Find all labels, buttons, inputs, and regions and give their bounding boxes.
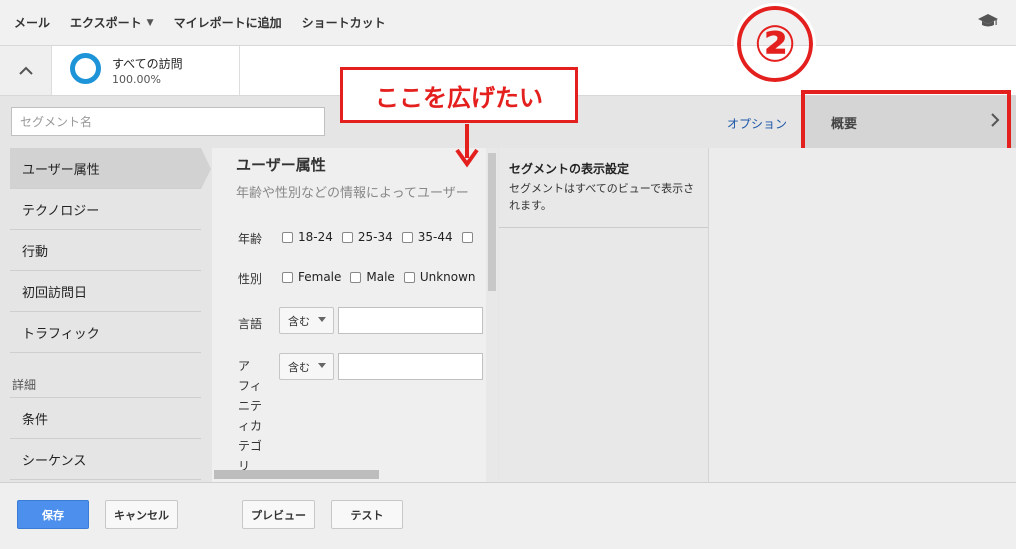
- chevron-up-icon: [18, 66, 33, 75]
- cancel-button[interactable]: キャンセル: [105, 500, 178, 529]
- checkbox-icon: [341, 231, 353, 243]
- checkbox-icon: [401, 231, 413, 243]
- highlight-box: [801, 90, 1011, 153]
- gender-checkbox[interactable]: Male: [350, 270, 395, 284]
- segment-percent: 100.00%: [112, 73, 161, 86]
- age-option-label: 25-34: [357, 230, 393, 244]
- export-menu[interactable]: エクスポート ▼: [70, 14, 154, 31]
- arrow-down-icon: [455, 124, 479, 168]
- checkbox-icon: [282, 271, 293, 283]
- settings-title: セグメントの表示設定: [509, 162, 630, 176]
- segment-editor: オプション 概要 ユーザー属性 テクノロジー 行動 初回訪問日 トラフィック 詳…: [0, 90, 1016, 482]
- bottom-action-bar: 保存 キャンセル プレビュー テスト: [0, 482, 1016, 549]
- nav-item-technology[interactable]: テクノロジー: [10, 189, 201, 230]
- gender-option-label: Unknown: [419, 270, 476, 284]
- segment-card[interactable]: すべての訪問 100.00%: [52, 46, 240, 95]
- age-options: 18-24 25-34 35-44: [282, 230, 487, 244]
- form-horizontal-scrollbar[interactable]: [214, 470, 379, 479]
- affinity-input[interactable]: [338, 353, 483, 380]
- segment-name: すべての訪問: [112, 57, 183, 71]
- gender-checkbox[interactable]: Unknown: [403, 270, 476, 284]
- gender-option-label: Male: [366, 270, 395, 284]
- gender-label: 性別: [238, 272, 263, 286]
- language-match-select[interactable]: 含む: [279, 307, 334, 334]
- language-label: 言語: [238, 317, 263, 331]
- age-checkbox[interactable]: 18-24: [282, 230, 333, 244]
- checkbox-icon: [282, 231, 293, 243]
- age-option-label: 35-44: [417, 230, 453, 244]
- dropdown-arrow-icon: [318, 363, 326, 368]
- mail-button[interactable]: メール: [14, 14, 50, 31]
- select-value: 含む: [288, 360, 310, 374]
- annotation-circled-number: ②: [737, 6, 813, 82]
- segment-ring-icon: [70, 53, 101, 84]
- test-button[interactable]: テスト: [331, 500, 403, 529]
- option-link[interactable]: オプション: [727, 115, 787, 132]
- nav-item-demographics[interactable]: ユーザー属性: [10, 148, 211, 189]
- left-nav: ユーザー属性 テクノロジー 行動 初回訪問日 トラフィック 詳細 条件 シーケン…: [10, 148, 211, 480]
- checkbox-icon: [350, 271, 362, 283]
- age-checkbox[interactable]: 25-34: [341, 230, 393, 244]
- segment-visibility-panel: セグメントの表示設定 セグメントはすべてのビューで表示されます。: [499, 148, 708, 228]
- age-option-label: 18-24: [298, 230, 333, 244]
- age-checkbox[interactable]: [461, 230, 478, 244]
- nav-item-conditions[interactable]: 条件: [10, 398, 201, 439]
- form-vertical-scrollbar[interactable]: [488, 153, 496, 291]
- settings-panel-body: [499, 228, 708, 482]
- add-to-my-report-button[interactable]: マイレポートに追加: [174, 14, 282, 31]
- language-input[interactable]: [338, 307, 483, 334]
- dropdown-arrow-icon: [318, 317, 326, 322]
- gender-option-label: Female: [298, 270, 342, 284]
- graduation-cap-icon[interactable]: [978, 13, 998, 29]
- form-title: ユーザー属性: [236, 156, 326, 174]
- nav-item-sequences[interactable]: シーケンス: [10, 439, 201, 480]
- settings-description: セグメントはすべてのビューで表示されます。: [509, 182, 695, 212]
- summary-panel: [708, 148, 1016, 482]
- collapse-button[interactable]: [0, 46, 52, 95]
- gender-checkbox[interactable]: Female: [282, 270, 341, 284]
- preview-button[interactable]: プレビュー: [242, 500, 315, 529]
- gender-options: Female Male Unknown: [282, 270, 485, 284]
- age-label: 年齢: [238, 232, 263, 246]
- checkbox-icon: [403, 271, 415, 283]
- shortcut-button[interactable]: ショートカット: [302, 14, 386, 31]
- checkbox-icon: [461, 231, 473, 243]
- affinity-match-select[interactable]: 含む: [279, 353, 334, 380]
- select-value: 含む: [288, 314, 310, 328]
- nav-item-traffic[interactable]: トラフィック: [10, 312, 201, 353]
- save-button[interactable]: 保存: [17, 500, 89, 529]
- age-checkbox[interactable]: 35-44: [401, 230, 453, 244]
- segment-name-input[interactable]: [11, 107, 325, 136]
- chevron-down-icon: ▼: [146, 17, 154, 28]
- nav-section-advanced: 詳細: [10, 365, 201, 398]
- form-description: 年齢や性別などの情報によってユーザー: [236, 186, 469, 201]
- demographics-form: ユーザー属性 年齢や性別などの情報によってユーザー 年齢 18-24 25-34…: [212, 148, 498, 482]
- export-label: エクスポート: [70, 16, 142, 30]
- nav-item-first-visit[interactable]: 初回訪問日: [10, 271, 201, 312]
- top-toolbar: メール エクスポート ▼ マイレポートに追加 ショートカット: [0, 0, 1016, 46]
- annotation-callout: ここを広げたい: [340, 67, 578, 123]
- affinity-label: アフィニティカテゴリ: [238, 359, 263, 473]
- nav-item-behavior[interactable]: 行動: [10, 230, 201, 271]
